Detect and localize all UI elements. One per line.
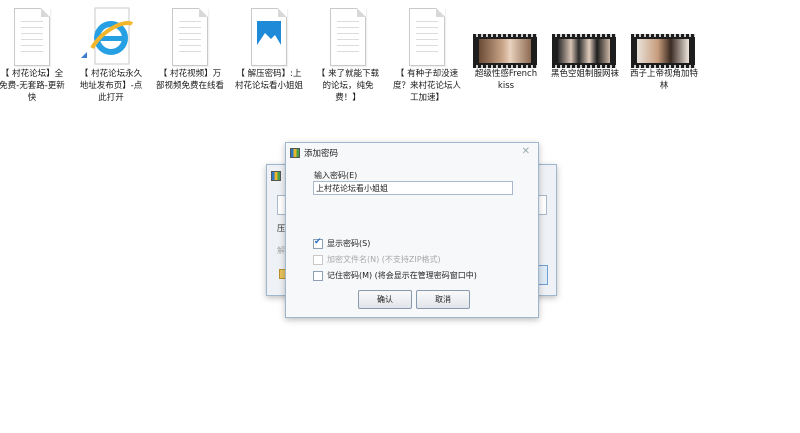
video-thumbnail-icon — [629, 6, 699, 68]
checkbox-checked-icon — [313, 237, 323, 249]
dialog-title: 添加密码 — [304, 149, 339, 159]
checkbox-unchecked-icon — [313, 270, 323, 281]
add-password-dialog: 添加密码 ✕ 输入密码(E) 上村花论坛看小姐姐 显示密码(S) 加密文件名(N… — [285, 142, 539, 318]
winrar-icon — [271, 171, 281, 181]
dialog-titlebar: 添加密码 — [286, 143, 538, 163]
cancel-button[interactable]: 取消 — [416, 290, 470, 309]
password-input[interactable]: 上村花论坛看小姐姐 — [313, 181, 513, 195]
internet-explorer-icon — [76, 6, 146, 68]
document-icon — [155, 6, 225, 68]
file-label: 【 村花视频】万部视频免费在线看 — [155, 69, 224, 91]
file-label: 超级性感French kiss — [474, 69, 538, 91]
desktop-file[interactable]: 超级性感French kiss — [471, 6, 541, 92]
winrar-icon — [290, 148, 300, 158]
document-icon — [313, 6, 383, 68]
document-icon — [0, 6, 67, 68]
file-label: 西子上帝视角加特林 — [629, 69, 698, 91]
desktop-file[interactable]: 【 村花视频】万部视频免费在线看 — [155, 6, 225, 92]
show-password-label: 显示密码(S) — [327, 239, 371, 248]
document-icon — [392, 6, 462, 68]
encrypt-filenames-label: 加密文件名(N) (不支持ZIP格式) — [327, 255, 441, 264]
ok-button[interactable]: 确认 — [358, 290, 412, 309]
video-thumbnail-icon — [550, 6, 620, 68]
back-dialog-text: 解 — [277, 246, 285, 255]
password-label: 输入密码(E) — [314, 171, 358, 180]
desktop-file[interactable]: 黑色空姐制服网袜 — [550, 6, 620, 80]
remember-password-checkbox[interactable]: 记住密码(M) (将会显示在管理密码窗口中) — [313, 270, 477, 281]
close-icon[interactable]: ✕ — [522, 146, 530, 157]
video-thumbnail-icon — [471, 6, 541, 68]
checkbox-unchecked-icon — [313, 254, 323, 265]
remember-password-label: 记住密码(M) (将会显示在管理密码窗口中) — [327, 271, 477, 280]
file-label: 【 村花论坛】全免费-无套路-更新快 — [0, 69, 65, 103]
desktop-file[interactable]: 【 解压密码】:上村花论坛看小姐姐 — [234, 6, 304, 92]
file-label: 【 有种子却没速度？来村花论坛人工加速】 — [392, 69, 461, 103]
file-label: 【 来了就能下载的论坛，纯免费！】 — [316, 69, 380, 103]
file-label: 黑色空姐制服网袜 — [550, 69, 619, 79]
encrypt-filenames-checkbox: 加密文件名(N) (不支持ZIP格式) — [313, 254, 441, 265]
desktop-file[interactable]: 【 村花论坛】全免费-无套路-更新快 — [0, 6, 67, 104]
desktop-file[interactable]: 【 有种子却没速度？来村花论坛人工加速】 — [392, 6, 462, 104]
desktop-file[interactable]: 【 来了就能下载的论坛，纯免费！】 — [313, 6, 383, 104]
desktop-file[interactable]: 西子上帝视角加特林 — [629, 6, 699, 92]
file-label: 【 村花论坛永久地址发布页】-点此打开 — [79, 69, 143, 103]
image-file-icon — [234, 6, 304, 68]
desktop-file[interactable]: 【 村花论坛永久地址发布页】-点此打开 — [76, 6, 146, 104]
back-dialog-text: 压 — [277, 224, 285, 233]
show-password-checkbox[interactable]: 显示密码(S) — [313, 237, 371, 249]
file-label: 【 解压密码】:上村花论坛看小姐姐 — [234, 69, 303, 91]
